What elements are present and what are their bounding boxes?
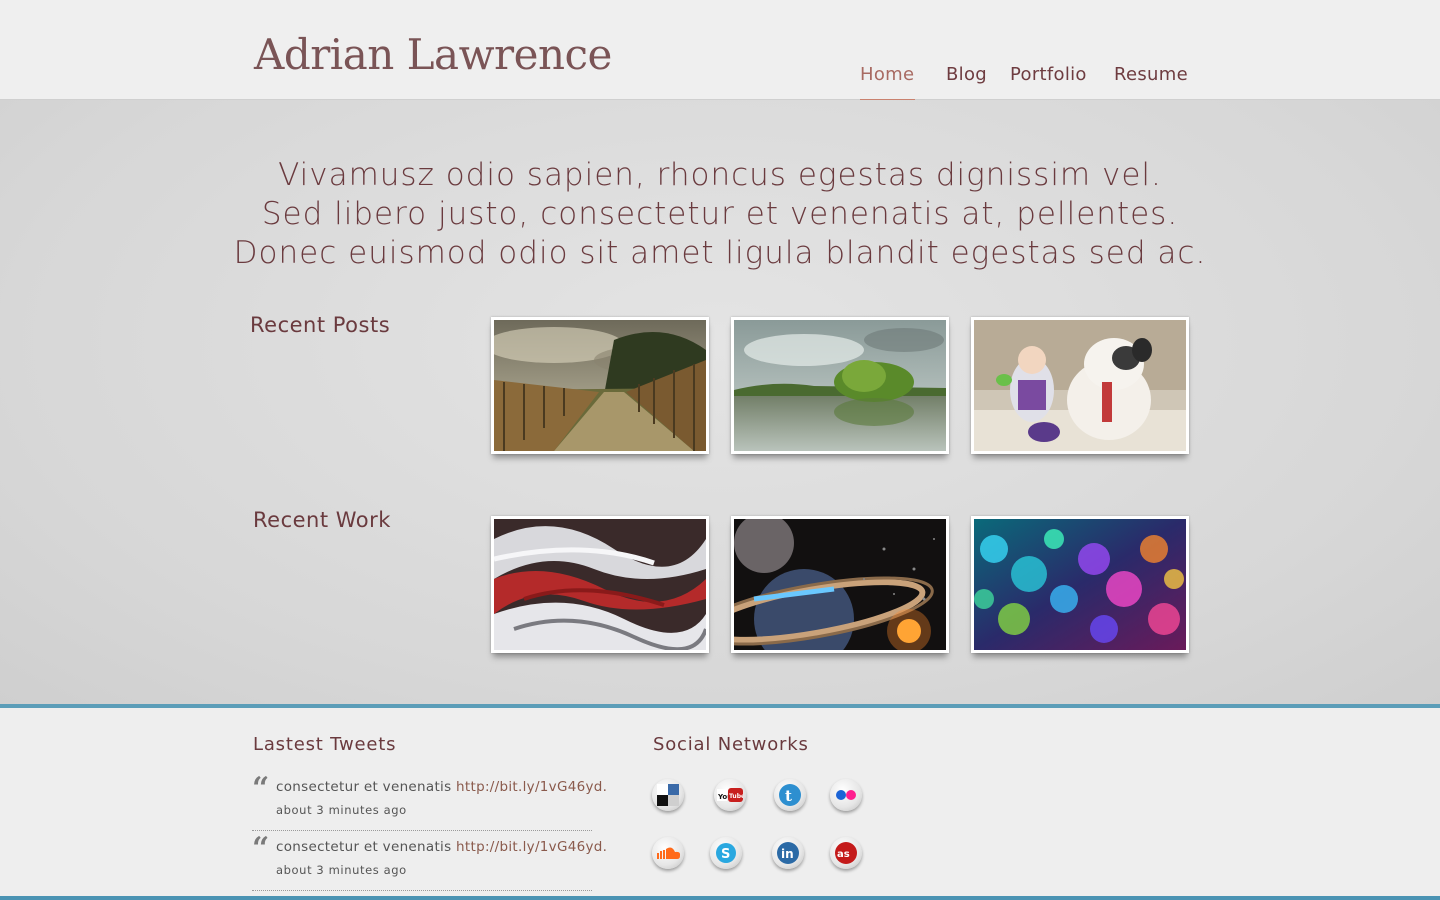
tweet-link[interactable]: http://bit.ly/1vG46yd. [456,779,607,795]
delicious-icon[interactable] [652,779,684,811]
post-thumbnail-lake[interactable] [731,317,949,454]
soundcloud-icon[interactable] [652,837,684,869]
hero-line-1: Vivamusz odio sapien, rhoncus egestas di… [278,157,1162,193]
hero-tagline: Vivamusz odio sapien, rhoncus egestas di… [220,156,1220,273]
svg-text:t: t [785,787,792,805]
lake-island-photo [734,320,946,451]
social-networks-heading: Social Networks [653,734,809,755]
flickr-icon[interactable] [830,779,862,811]
planet-space-art [734,519,946,650]
post-thumbnail-toys[interactable] [971,317,1189,454]
quote-icon: “ [252,771,270,806]
abstract-3d-render [494,519,706,650]
tweet-time: about 3 minutes ago [276,863,407,877]
main-nav: Home Blog Portfolio Resume [0,64,1440,104]
bokeh-lights [974,519,1186,650]
youtube-icon[interactable]: YouTube [714,779,746,811]
nav-resume[interactable]: Resume [1114,64,1188,85]
tweet-text: consectetur et venenatis http://bit.ly/1… [276,839,607,855]
tweet-body: consectetur et venenatis [276,839,457,855]
linkedin-icon[interactable]: in [772,837,804,869]
nav-home[interactable]: Home [860,64,914,85]
skype-icon[interactable]: S [710,837,742,869]
hero-line-2: Sed libero justo, consectetur et venenat… [261,196,1179,232]
tweet-link[interactable]: http://bit.ly/1vG46yd. [456,839,607,855]
quote-icon: “ [252,831,270,866]
tweet-item: “ consectetur et venenatis http://bit.ly… [252,771,607,831]
hero-line-3: Donec euismod odio sit amet ligula bland… [233,235,1207,271]
lastfm-icon[interactable]: as [830,837,862,869]
recent-work-heading: Recent Work [253,508,391,532]
nav-portfolio[interactable]: Portfolio [1010,64,1087,85]
svg-text:Tube: Tube [729,793,743,800]
toys-photo [974,320,1186,451]
work-thumbnail-abstract[interactable] [491,516,709,653]
twitter-icon[interactable]: t [774,779,806,811]
work-thumbnail-space[interactable] [731,516,949,653]
post-thumbnail-boardwalk[interactable] [491,317,709,454]
recent-posts-heading: Recent Posts [250,313,391,337]
svg-text:S: S [721,847,730,862]
boardwalk-photo [494,320,706,451]
footer-bottom-border [0,896,1440,900]
tweet-text: consectetur et venenatis http://bit.ly/1… [276,779,607,795]
svg-text:in: in [781,847,794,861]
tweet-body: consectetur et venenatis [276,779,457,795]
latest-tweets-heading: Lastest Tweets [253,734,397,755]
svg-text:as: as [837,849,850,860]
tweet-item: “ consectetur et venenatis http://bit.ly… [252,831,607,891]
tweet-time: about 3 minutes ago [276,803,407,817]
work-thumbnail-bokeh[interactable] [971,516,1189,653]
nav-blog[interactable]: Blog [946,64,987,85]
